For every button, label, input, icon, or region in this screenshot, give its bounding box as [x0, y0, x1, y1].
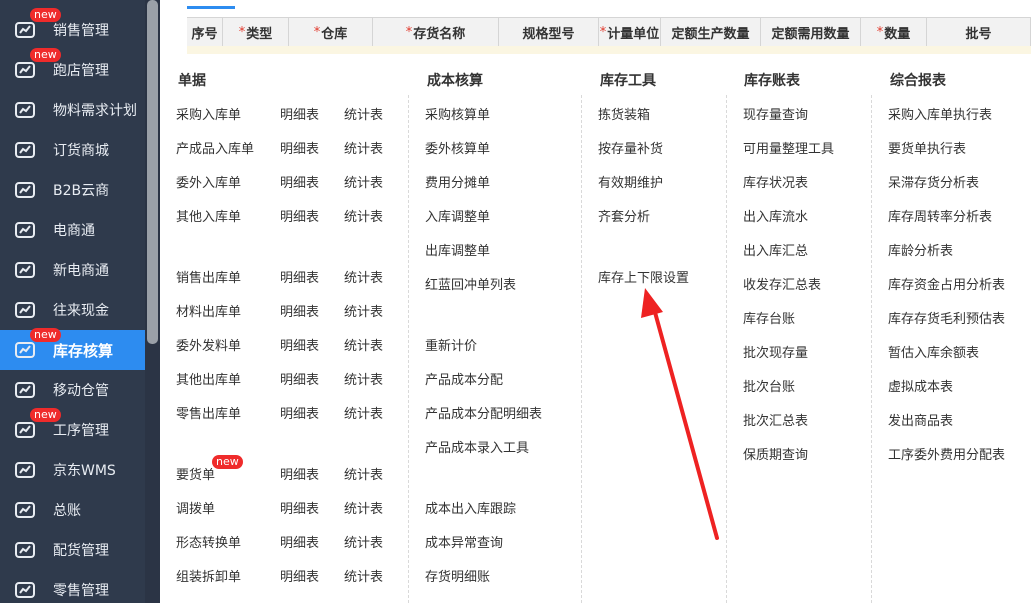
red-annotation-arrow [641, 288, 719, 540]
arrow-head [641, 288, 663, 318]
arrow-shaft [651, 303, 719, 540]
